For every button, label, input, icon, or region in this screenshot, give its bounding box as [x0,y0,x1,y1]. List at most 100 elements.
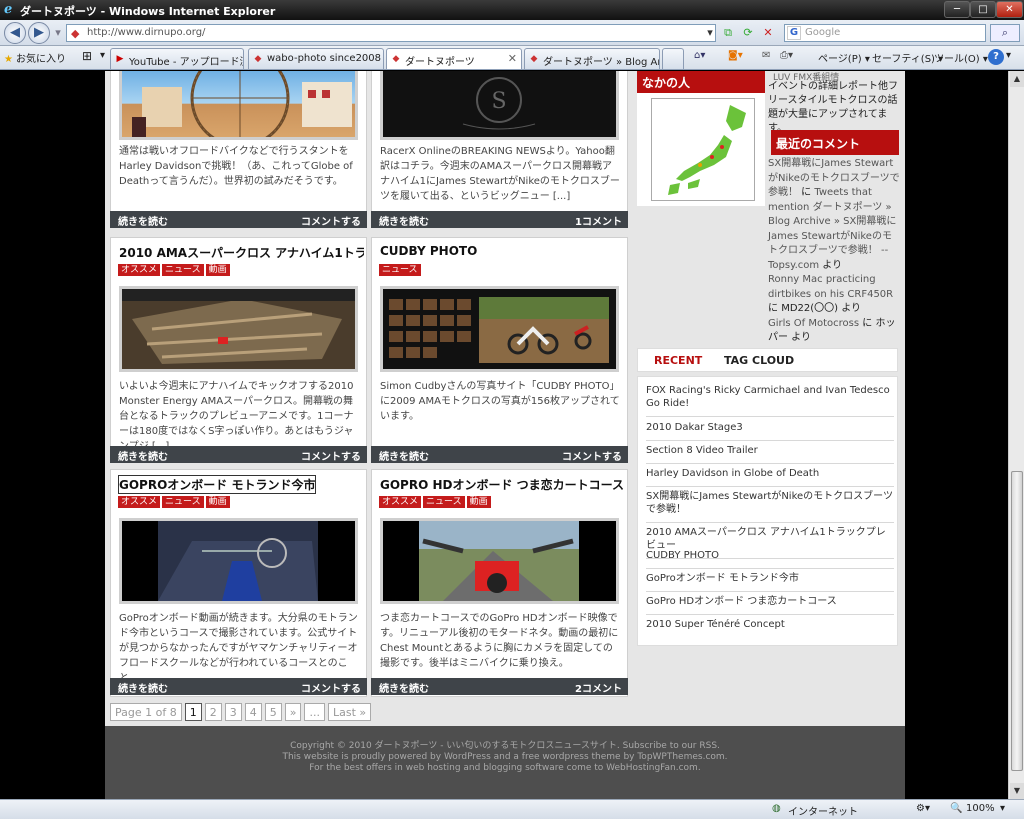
protected-mode-icon[interactable]: ⚙▾ [916,803,930,814]
scrollbar-thumb[interactable] [1011,471,1023,771]
status-bar: ◍ インターネット ⚙▾ 🔍 100% ▾ [0,799,1024,819]
tab-dirnupo-active[interactable]: ◆ ダートヌポーツ ✕ [386,48,522,69]
tag-badge[interactable]: 動画 [205,264,230,276]
read-more-link[interactable]: 続きを読む [379,448,429,463]
help-icon[interactable]: ? [988,49,1004,65]
comments-link[interactable]: コメントする [301,213,361,228]
tab-tag-cloud[interactable]: TAG CLOUD [724,354,794,367]
window-titlebar: ℯ ダートヌポーツ - Windows Internet Explorer ─ … [0,0,1024,20]
page-link[interactable]: 3 [224,703,242,721]
recent-post-link[interactable]: GoProオンボード モトランド今市 [646,572,894,592]
url-dropdown-icon[interactable]: ▾ [702,24,718,42]
comment-post-link[interactable]: Ronny Mac practicing dirtbikes on his CR… [768,274,893,300]
tab-blog-archive[interactable]: ◆ ダートヌポーツ » Blog Archiv... [524,48,660,69]
help-dropdown-icon[interactable]: ▾ [1006,50,1011,61]
tag-badge[interactable]: ニュース [423,496,465,508]
tag-badge[interactable]: ニュース [379,264,421,276]
close-tab-icon[interactable]: ✕ [508,52,517,65]
recent-post-link[interactable]: FOX Racing's Ricky Carmichael and Ivan T… [646,384,894,417]
tab-wabo-photo[interactable]: ◆ wabo-photo since2008 [248,48,384,69]
tag-badge[interactable]: 動画 [205,496,230,508]
forward-button[interactable]: ▶ [28,22,50,44]
read-more-link[interactable]: 続きを読む [379,213,429,228]
recent-post-link[interactable]: CUDBY PHOTO [646,549,894,569]
tab-list-dropdown-icon[interactable]: ▾ [100,50,105,61]
read-more-link[interactable]: 続きを読む [118,448,168,463]
zoom-level[interactable]: 100% [966,803,995,814]
post-thumbnail-tsumagoi[interactable] [380,518,619,604]
page-link[interactable]: 5 [264,703,282,721]
comments-link[interactable]: 1コメント [575,213,622,228]
post-thumbnail-globe-of-death[interactable] [119,71,358,140]
safety-menu[interactable]: セーフティ(S) ▾ [872,50,943,65]
compatibility-icon[interactable]: ⧉ [720,24,736,42]
read-more-link[interactable]: 続きを読む [118,680,168,695]
tools-menu[interactable]: ツール(O) ▾ [934,50,988,65]
home-icon[interactable]: ⌂▾ [694,50,705,61]
read-more-link[interactable]: 続きを読む [379,680,429,695]
post-title[interactable]: 2010 AMAスーパークロス アナハイム1トラック [119,244,364,261]
post-thumbnail-motoland[interactable] [119,518,358,604]
post-thumbnail-stewart[interactable]: S [380,71,619,140]
search-button[interactable]: ⌕ [990,24,1020,42]
vertical-scrollbar[interactable]: ▲ ▼ [1008,71,1024,799]
new-tab-button[interactable] [662,48,684,69]
back-button[interactable]: ◀ [4,22,26,44]
recent-post-link[interactable]: GoPro HDオンボード つま恋カートコース [646,595,894,615]
recent-post-link[interactable]: Harley Davidson in Globe of Death [646,467,894,487]
print-icon[interactable]: ⎙▾ [780,50,793,61]
maximize-button[interactable]: □ [970,1,996,18]
post-thumbnail-track[interactable] [119,286,358,372]
widget-title: なかの人 [637,71,765,93]
post-title[interactable]: GOPROオンボード モトランド今市 [117,475,317,494]
comment-author-link[interactable]: Tweets that mention ダートヌポーツ » Blog Archi… [768,187,896,271]
page-link[interactable]: 2 [204,703,222,721]
tag-badge[interactable]: ニュース [162,264,204,276]
recent-post-link[interactable]: Section 8 Video Trailer [646,444,894,464]
post-title[interactable]: CUDBY PHOTO [380,244,625,258]
url-field[interactable]: ◆ http://www.dirnupo.org/ [66,24,716,42]
page-link[interactable]: 4 [244,703,262,721]
tab-label: ダートヌポーツ » Blog Archiv... [543,57,659,68]
comment-post-link[interactable]: Girls Of Motocross [768,318,859,329]
post-footer-bar: 続きを読む コメントする [110,678,367,695]
favorites-button[interactable]: ★ お気に入り [4,50,66,65]
next-page-link[interactable]: » [284,703,302,721]
last-page-link[interactable]: Last » [327,703,372,721]
scroll-up-arrow-icon[interactable]: ▲ [1010,71,1024,87]
recent-post-link[interactable]: 2010 Dakar Stage3 [646,421,894,441]
gopro-tsumagoi-image [383,521,616,601]
tag-badge[interactable]: 動画 [466,496,491,508]
feeds-icon[interactable]: ◙▾ [728,50,743,61]
recent-post-link[interactable]: SX開幕戦にJames StewartがNikeのモトクロスブーツで参戦！ [646,490,894,523]
quick-tabs-icon[interactable]: ⊞ [82,49,92,63]
page-info: Page 1 of 8 [110,703,182,721]
post-title[interactable]: GOPRO HDオンボード つま恋カートコース [380,476,625,493]
tab-label: YouTube - アップロード済み... [129,57,243,68]
post-thumbnail-cudby[interactable] [380,286,619,372]
tab-youtube[interactable]: ▶ YouTube - アップロード済み... [110,48,244,69]
tag-badge[interactable]: オススメ [118,496,161,508]
history-dropdown-icon[interactable]: ▾ [50,24,66,42]
close-window-button[interactable]: ✕ [996,1,1023,18]
search-input[interactable]: G Google [784,24,986,42]
comments-link[interactable]: 2コメント [575,680,622,695]
comments-link[interactable]: コメントする [562,448,622,463]
refresh-icon[interactable]: ⟳ [740,24,756,42]
comments-link[interactable]: コメントする [301,680,361,695]
minimize-button[interactable]: ─ [944,1,970,18]
recent-post-link[interactable]: 2010 Super Ténéré Concept [646,618,894,637]
zoom-dropdown-icon[interactable]: ▾ [1000,803,1005,814]
tag-badge[interactable]: ニュース [162,496,204,508]
stop-icon[interactable]: ✕ [760,24,776,42]
page-menu[interactable]: ページ(P) ▾ [818,50,870,65]
tag-badge[interactable]: オススメ [379,496,422,508]
tag-badge[interactable]: オススメ [118,264,161,276]
comments-link[interactable]: コメントする [301,448,361,463]
read-more-link[interactable]: 続きを読む [118,213,168,228]
japan-map-image[interactable] [651,98,755,201]
scroll-down-arrow-icon[interactable]: ▼ [1010,783,1024,799]
mail-icon[interactable]: ✉ [762,50,770,61]
tab-recent[interactable]: RECENT [654,354,702,367]
recent-comments-list: SX開幕戦にJames StewartがNikeのモトクロスブーツで参戦！ に … [768,157,900,346]
